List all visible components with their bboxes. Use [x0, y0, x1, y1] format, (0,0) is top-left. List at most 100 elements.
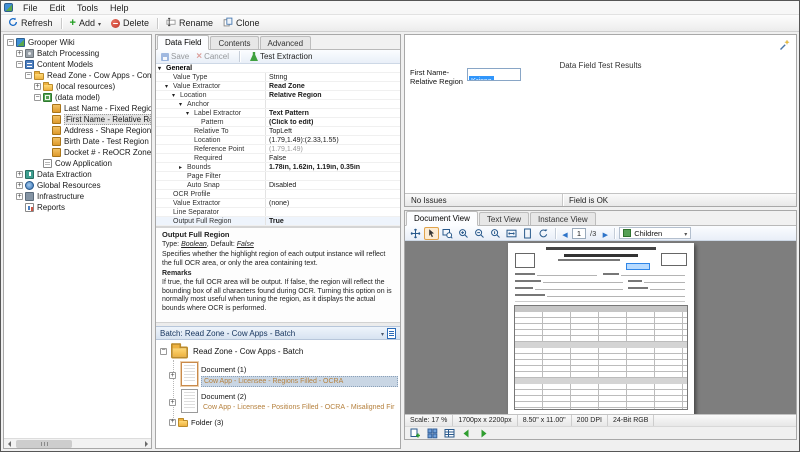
thumbnail-grid[interactable] [425, 427, 440, 440]
tree-item[interactable]: Batch Processing [4, 48, 151, 59]
property-value[interactable]: 1.78in, 1.62in, 1.19in, 0.35in [266, 164, 400, 171]
expander-icon[interactable] [160, 348, 167, 355]
tree-item[interactable]: Cow Application [4, 158, 151, 169]
scrollbar-thumb[interactable] [16, 440, 72, 448]
tree-item[interactable]: Last Name - Fixed Region [4, 103, 151, 114]
expander-icon[interactable] [16, 50, 23, 57]
tree-item[interactable]: First Name - Relative Region [4, 114, 151, 125]
property-row[interactable]: LocationRelative Region [156, 91, 400, 100]
document-name[interactable]: Cow App - Licensee - Regions Filled - OC… [201, 376, 398, 387]
property-row[interactable]: Value Extractor(none) [156, 199, 400, 208]
document-thumbnail[interactable] [181, 389, 198, 413]
property-value[interactable]: (Click to edit) [266, 119, 400, 126]
rotate-tool[interactable] [536, 227, 551, 240]
add-button[interactable]: Add [66, 17, 105, 29]
delete-button[interactable]: Delete [107, 17, 153, 29]
property-row[interactable]: Bounds1.78in, 1.62in, 1.19in, 0.35in [156, 163, 400, 172]
document-name[interactable]: Cow App - Licensee - Positions Filled - … [201, 403, 398, 412]
property-row[interactable]: Label ExtractorText Pattern [156, 109, 400, 118]
property-value[interactable]: Text Pattern [266, 110, 400, 117]
zoom-out-tool[interactable] [472, 227, 487, 240]
batch-folder-item[interactable]: Folder (3) [156, 415, 400, 429]
property-row[interactable]: Relative ToTopLeft [156, 127, 400, 136]
tree-item[interactable]: Global Resources [4, 180, 151, 191]
tab-document-view[interactable]: Document View [406, 211, 478, 226]
table-view[interactable] [442, 427, 457, 440]
property-value[interactable]: (1.79,1.49):(2.33,1.55) [266, 137, 400, 144]
property-value[interactable]: Disabled [266, 182, 400, 189]
property-row[interactable]: Reference Point(1.79,1.49) [156, 145, 400, 154]
tree-item[interactable]: Docket # - ReOCR Zone [4, 147, 151, 158]
property-row[interactable]: Location(1.79,1.49):(2.33,1.55) [156, 136, 400, 145]
tree-item[interactable]: Birth Date - Test Region [4, 136, 151, 147]
menu-help[interactable]: Help [104, 1, 135, 14]
property-row[interactable]: OCR Profile [156, 190, 400, 199]
pan-tool[interactable] [408, 227, 423, 240]
zoom-in-tool[interactable] [456, 227, 471, 240]
test-value-input[interactable]: Krissa [467, 68, 521, 81]
expander-icon[interactable] [25, 72, 32, 79]
append-pages[interactable] [408, 427, 423, 440]
expander-icon[interactable] [34, 83, 41, 90]
expander-icon[interactable] [165, 83, 173, 90]
page-number-input[interactable]: 1 [572, 228, 586, 239]
tree-item[interactable]: (local resources) [4, 81, 151, 92]
property-row[interactable]: Line Separator [156, 208, 400, 217]
expander-icon[interactable] [34, 94, 41, 101]
property-row[interactable]: Value TypeString [156, 73, 400, 82]
tree-item[interactable]: Address - Shape Region [4, 125, 151, 136]
batch-root-item[interactable]: Read Zone - Cow Apps - Batch [156, 342, 400, 360]
document-canvas[interactable] [405, 241, 796, 414]
document-page[interactable] [508, 243, 694, 414]
prev-item[interactable] [459, 427, 474, 440]
property-row[interactable]: Anchor [156, 100, 400, 109]
expander-icon[interactable] [16, 171, 23, 178]
batch-document-item[interactable]: Document (2)Cow App - Licensee - Positio… [156, 389, 400, 413]
rename-button[interactable]: Rename [162, 16, 217, 30]
expander-icon[interactable] [169, 372, 176, 379]
refresh-button[interactable]: Refresh [4, 16, 57, 30]
fit-page-tool[interactable] [520, 227, 535, 240]
tree-item[interactable]: Read Zone - Cow Apps - Content Model [4, 70, 151, 81]
property-value[interactable]: (1.79,1.49) [266, 146, 400, 153]
clone-button[interactable]: Clone [219, 16, 264, 30]
horizontal-scrollbar[interactable] [4, 438, 151, 448]
property-row[interactable]: Output Full RegionTrue [156, 217, 400, 226]
expander-icon[interactable] [179, 101, 187, 108]
property-row[interactable]: Pattern(Click to edit) [156, 118, 400, 127]
menu-tools[interactable]: Tools [71, 1, 104, 14]
tree-item[interactable]: (data model) [4, 92, 151, 103]
tab-advanced[interactable]: Advanced [260, 36, 312, 49]
tab-contents[interactable]: Contents [210, 36, 258, 49]
fit-width-tool[interactable] [504, 227, 519, 240]
tree-item[interactable]: Content Models [4, 59, 151, 70]
property-row[interactable]: Value ExtractorRead Zone [156, 82, 400, 91]
property-row[interactable]: RequiredFalse [156, 154, 400, 163]
tree-item[interactable]: Data Extraction [4, 169, 151, 180]
expander-icon[interactable] [158, 65, 166, 72]
property-value[interactable]: Relative Region [266, 92, 400, 99]
property-value[interactable]: Read Zone [266, 83, 400, 90]
tree-item[interactable]: Infrastructure [4, 191, 151, 202]
expander-icon[interactable] [16, 61, 23, 68]
property-value[interactable]: (none) [266, 200, 400, 207]
property-value[interactable]: String [266, 74, 400, 81]
expander-icon[interactable] [16, 182, 23, 189]
batch-document-item[interactable]: Document (1)Cow App - Licensee - Regions… [156, 362, 400, 387]
magic-wand-icon[interactable] [779, 38, 791, 56]
menu-file[interactable]: File [17, 1, 44, 14]
expander-icon[interactable] [169, 399, 176, 406]
expander-icon[interactable] [179, 164, 187, 171]
select-tool[interactable] [424, 227, 439, 240]
menu-edit[interactable]: Edit [44, 1, 72, 14]
expander-icon[interactable] [172, 92, 180, 99]
scroll-left-button[interactable] [4, 439, 14, 449]
batch-selector-caret-icon[interactable] [381, 329, 384, 338]
prev-page-button[interactable] [560, 224, 570, 242]
tab-data-field[interactable]: Data Field [157, 35, 209, 50]
scroll-right-button[interactable] [141, 439, 151, 449]
expander-icon[interactable] [186, 110, 194, 117]
test-extraction-button[interactable]: Test Extraction [250, 52, 312, 61]
expander-icon[interactable] [7, 39, 14, 46]
save-button[interactable]: Save [161, 52, 189, 61]
